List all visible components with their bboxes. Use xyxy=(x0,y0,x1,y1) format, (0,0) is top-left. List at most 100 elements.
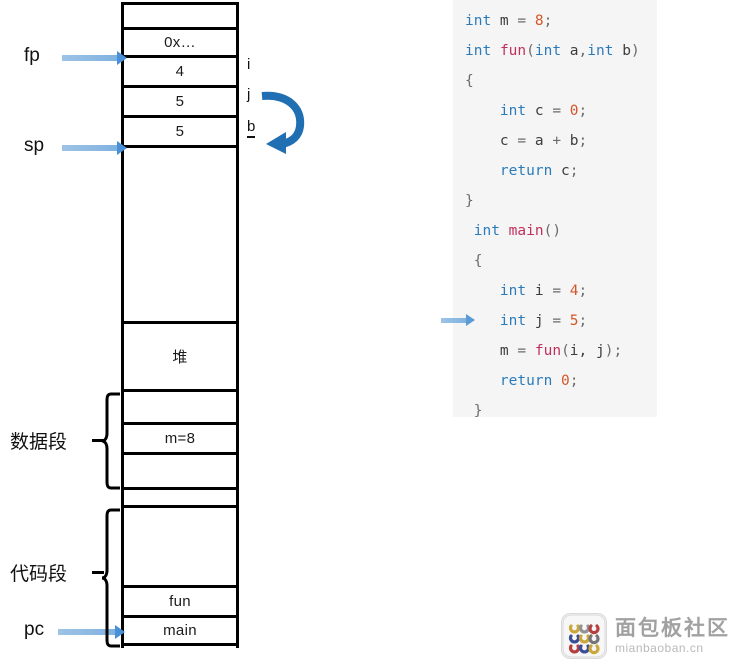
code-token: int xyxy=(499,103,527,119)
code-line-4: int c = 0; xyxy=(465,96,657,126)
code-token: ; xyxy=(578,133,588,149)
code-token: 0 xyxy=(569,103,579,119)
code-token: ; xyxy=(578,283,588,299)
pointer-label-sp: sp xyxy=(24,135,45,156)
code-token: = xyxy=(517,13,527,29)
variable-label-i: i xyxy=(247,56,251,73)
code-token: int xyxy=(587,43,614,59)
code-line-7: } xyxy=(465,186,657,216)
code-token: fun xyxy=(534,343,562,359)
code-token: ( xyxy=(561,343,570,359)
code-token: ); xyxy=(604,343,623,359)
memory-cell-label: 4 xyxy=(175,63,185,80)
pointer-label-pc: pc xyxy=(24,619,45,640)
code-token: int xyxy=(499,283,527,299)
code-token: ; xyxy=(578,313,588,329)
memory-cell-heap: 堆 xyxy=(121,324,239,392)
watermark-text: 面包板社区 mianbaoban.cn xyxy=(615,618,730,654)
code-token: ; xyxy=(569,163,579,179)
code-token: int xyxy=(465,13,492,29)
code-token: b xyxy=(561,133,579,149)
code-token: i, j xyxy=(569,343,605,359)
code-line-6: return c; xyxy=(465,156,657,186)
code-token: = xyxy=(517,133,527,149)
code-line-11: int j = 5; xyxy=(441,306,657,336)
code-panel: int m = 8; int fun(int a,int b){ int c = … xyxy=(441,0,657,419)
code-token: ; xyxy=(578,103,588,119)
pointer-label-fp: fp xyxy=(24,45,40,66)
memory-cell-label: m=8 xyxy=(164,430,196,447)
memory-cell-data-m: m=8 xyxy=(121,425,239,455)
code-line-8: int main() xyxy=(465,216,657,246)
code-token: m xyxy=(491,13,518,29)
memory-cell-saved-fp: 0x… xyxy=(121,30,239,58)
code-token: a xyxy=(526,133,553,149)
code-token: 8 xyxy=(534,13,544,29)
variable-label-b: b xyxy=(247,118,256,138)
memory-cell-label: 堆 xyxy=(172,349,188,366)
segment-label-code-segment: 代码段 xyxy=(10,564,68,585)
code-token: = xyxy=(517,343,527,359)
code-line-13: return 0; xyxy=(465,366,657,396)
code-line-12: m = fun(i, j); xyxy=(465,336,657,366)
code-token: ) xyxy=(630,43,640,59)
execution-pointer-arrow xyxy=(441,314,475,326)
code-line-9: { xyxy=(465,246,657,276)
code-token: 0 xyxy=(561,373,570,389)
code-token: + xyxy=(552,133,562,149)
code-line-3: { xyxy=(465,66,657,96)
code-token: i xyxy=(526,283,553,299)
pointer-arrow-sp xyxy=(62,141,127,155)
code-token: c xyxy=(552,163,570,179)
code-token: c xyxy=(526,103,553,119)
code-token: 5 xyxy=(569,313,579,329)
memory-cell-code-free xyxy=(121,508,239,588)
code-token: fun xyxy=(499,43,527,59)
code-token: { xyxy=(465,73,474,89)
code-token: main xyxy=(508,223,544,239)
code-token: m xyxy=(465,343,518,359)
memory-cell-label: main xyxy=(163,622,197,639)
memory-cell-var-j: 5 xyxy=(121,88,239,118)
code-token: ; xyxy=(569,373,579,389)
memory-cell-label: fun xyxy=(169,593,191,610)
segment-label-data-segment: 数据段 xyxy=(10,432,68,453)
memory-column: 0x… 4 5 5 堆 m=8 fun main xyxy=(121,0,239,648)
pointer-arrow-fp xyxy=(62,51,127,65)
code-token: int xyxy=(534,43,562,59)
code-token: return xyxy=(499,373,553,389)
code-token: ; xyxy=(543,13,553,29)
memory-cell-data-pad-top xyxy=(121,392,239,425)
code-token: , xyxy=(578,43,588,59)
memory-cell-label: 5 xyxy=(175,123,185,140)
code-token: () xyxy=(543,223,562,239)
code-line-2: int fun(int a,int b) xyxy=(465,36,657,66)
memory-cell-empty-top xyxy=(121,2,239,30)
code-token: { xyxy=(465,253,483,269)
memory-cell-gap xyxy=(121,490,239,508)
memory-cell-label: 5 xyxy=(175,93,185,110)
code-token: a xyxy=(561,43,579,59)
code-token: return xyxy=(499,163,553,179)
memory-cell-code-main: main xyxy=(121,618,239,646)
segment-brace-data-segment xyxy=(101,392,120,490)
watermark-en: mianbaoban.cn xyxy=(615,641,704,655)
code-token: = xyxy=(552,283,562,299)
code-token: int xyxy=(473,223,500,239)
code-line-5: c = a + b; xyxy=(465,126,657,156)
code-token: int xyxy=(499,313,527,329)
code-token: } xyxy=(465,193,474,209)
code-line-14: } xyxy=(465,396,657,426)
memory-cell-code-fun: fun xyxy=(121,588,239,618)
